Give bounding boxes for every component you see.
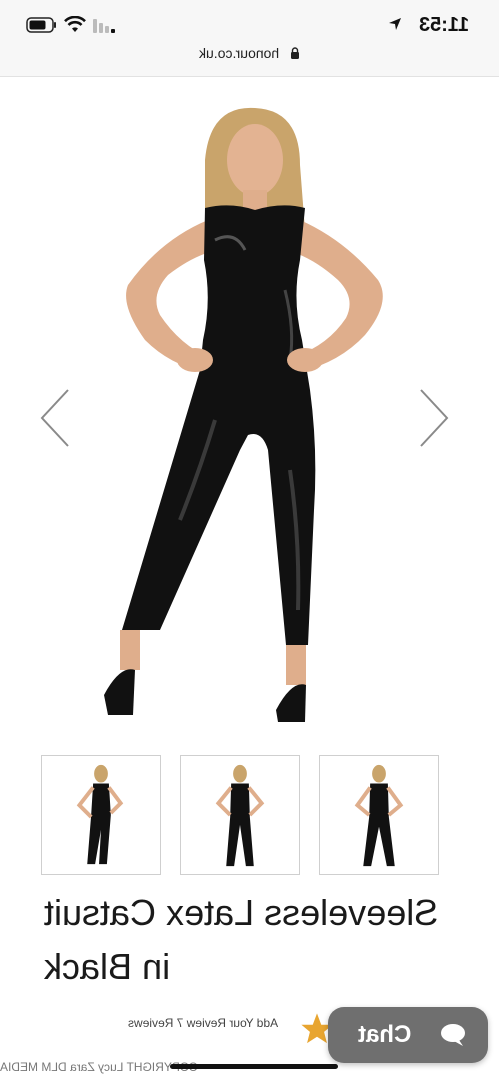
product-title: Sleeveless Latex Catsuit in Black [0, 886, 499, 996]
product-thumbnail[interactable] [319, 755, 439, 875]
home-indicator [170, 1064, 338, 1069]
product-thumbnail[interactable] [180, 755, 300, 875]
chevron-right-icon[interactable] [417, 388, 451, 448]
chat-bubble-icon [441, 1024, 465, 1046]
product-title-line2: in Black [44, 946, 171, 987]
product-thumbnail[interactable] [41, 755, 161, 875]
chat-button[interactable]: Chat [328, 1007, 488, 1063]
address-bar[interactable]: honour.co.uk [0, 45, 499, 61]
product-title-line1: Sleeveless Latex Catsuit [44, 892, 439, 933]
status-bar: 11:53 honour.co.uk [0, 0, 499, 77]
cellular-icon [93, 19, 115, 33]
reviews-link[interactable]: Add Your Review 7 Reviews [128, 1016, 278, 1030]
wifi-icon [64, 16, 86, 32]
chevron-left-icon[interactable] [38, 388, 72, 448]
url-text: honour.co.uk [199, 45, 280, 61]
location-arrow-icon [389, 18, 401, 30]
status-time: 11:53 [418, 14, 469, 36]
lock-icon [290, 47, 299, 59]
chat-label: Chat [358, 1021, 412, 1048]
battery-icon [26, 17, 56, 33]
copyright-watermark: COPYRIGHT Lucy Zara DLM MEDIA [0, 1060, 198, 1074]
